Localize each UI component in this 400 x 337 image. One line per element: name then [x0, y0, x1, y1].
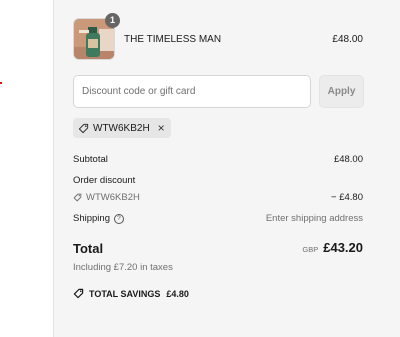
- quantity-badge: 1: [105, 13, 120, 28]
- tag-icon: [78, 123, 89, 133]
- discount-code-text: WTW6KB2H: [86, 192, 140, 203]
- left-pane: [0, 0, 53, 337]
- taxes-note: Including £7.20 in taxes: [73, 262, 173, 273]
- discount-value: − £4.80: [331, 192, 363, 203]
- order-summary-panel: 1 THE TIMELESS MAN £48.00 Apply WTW6KB2H…: [53, 0, 400, 337]
- shipping-value: Enter shipping address: [265, 213, 363, 224]
- total-amount: £43.20: [323, 240, 363, 255]
- product-thumbnail-wrap: 1: [73, 13, 120, 60]
- apply-button[interactable]: Apply: [319, 75, 364, 108]
- remove-code-close-icon[interactable]: ×: [158, 122, 165, 134]
- savings-label: TOTAL SAVINGS: [89, 288, 161, 299]
- product-name: THE TIMELESS MAN: [124, 34, 222, 45]
- applied-discount-chip: WTW6KB2H ×: [73, 118, 171, 138]
- shipping-label-wrap: Shipping?: [73, 213, 124, 224]
- total-value-wrap: GBP £43.20: [302, 240, 363, 255]
- help-icon[interactable]: ?: [113, 214, 124, 224]
- tag-icon: [73, 193, 82, 202]
- discount-code-line: WTW6KB2H: [73, 192, 140, 203]
- product-price: £48.00: [332, 34, 363, 45]
- total-savings: TOTAL SAVINGS £4.80: [73, 288, 189, 299]
- savings-value: £4.80: [166, 288, 189, 299]
- shipping-label: Shipping: [73, 213, 110, 224]
- discount-code-input[interactable]: [73, 75, 311, 108]
- order-discount-label: Order discount: [73, 175, 136, 186]
- total-label: Total: [73, 241, 104, 256]
- tag-icon: [73, 288, 84, 299]
- red-dot: [0, 82, 2, 84]
- subtotal-value: £48.00: [333, 154, 363, 165]
- subtotal-label: Subtotal: [73, 154, 108, 165]
- currency-code: GBP: [302, 245, 319, 254]
- applied-code-text: WTW6KB2H: [93, 122, 150, 134]
